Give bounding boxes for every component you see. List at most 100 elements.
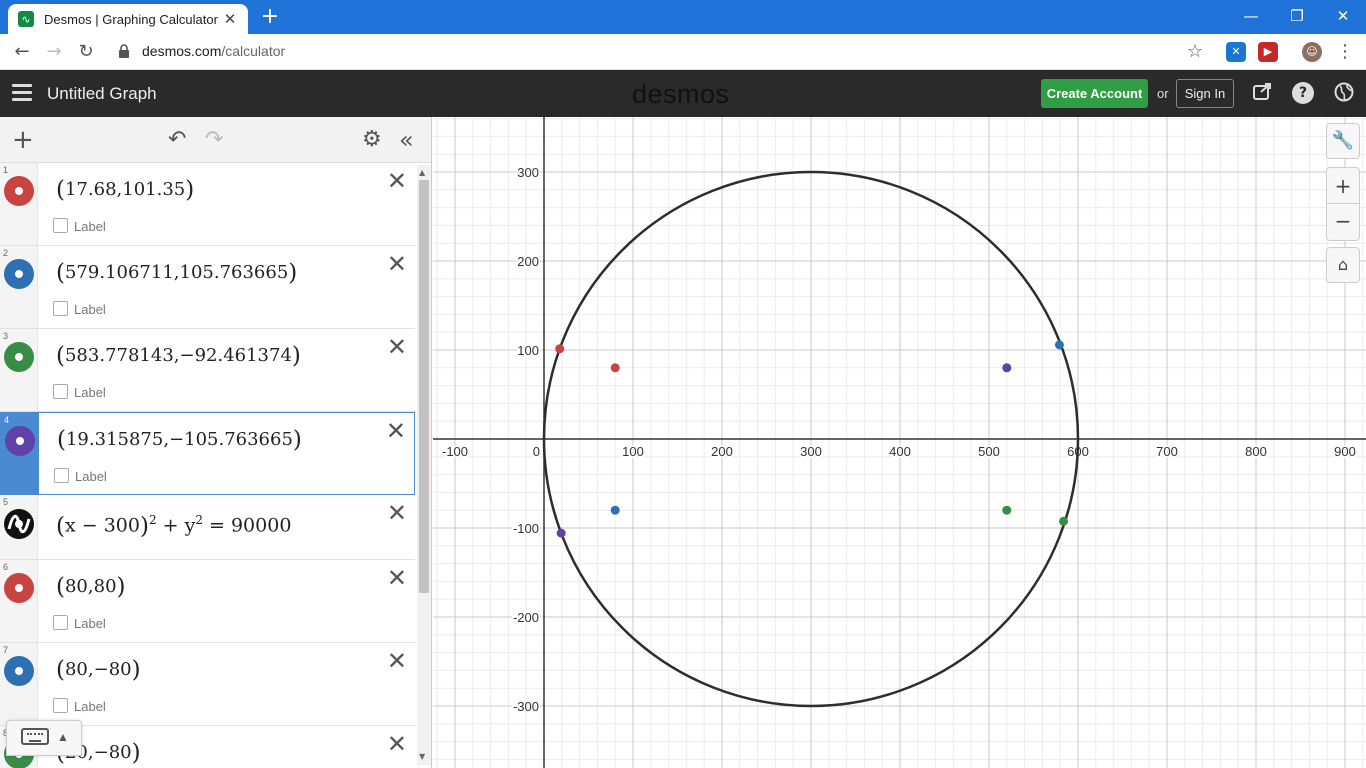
back-arrow-icon[interactable]: ← xyxy=(10,40,34,64)
address-bar: ← → ↻ desmos.com/calculator ☆ ✕ ▶ ☺ ⋮ xyxy=(0,34,1366,70)
delete-expression-icon[interactable]: ✕ xyxy=(387,169,407,193)
extension-icon[interactable]: ✕ xyxy=(1226,42,1246,62)
tab-title: Desmos | Graphing Calculator xyxy=(44,11,218,27)
expression-math[interactable]: (579.106711,105.763665) xyxy=(56,260,297,286)
minimize-button[interactable]: — xyxy=(1228,2,1274,32)
restore-button[interactable]: ❐ xyxy=(1274,2,1320,32)
label-checkbox[interactable] xyxy=(53,301,68,316)
expression-math[interactable]: (19.315875,−105.763665) xyxy=(57,427,302,453)
expression-row[interactable]: 3 (583.778143,−92.461374) Label ✕ xyxy=(0,329,415,412)
graph-title[interactable]: Untitled Graph xyxy=(47,84,157,104)
close-window-button[interactable]: ✕ xyxy=(1320,2,1366,32)
expression-row-active[interactable]: 4 (19.315875,−105.763665) Label ✕ xyxy=(0,412,415,495)
point-color-icon[interactable] xyxy=(5,426,35,456)
profile-avatar[interactable]: ☺ xyxy=(1302,42,1322,62)
graph-point xyxy=(555,344,565,354)
expression-text: = 90000 xyxy=(202,514,292,537)
expression-row[interactable]: 1 (17.68,101.35) Label ✕ xyxy=(0,163,415,246)
share-icon[interactable] xyxy=(1252,82,1274,104)
expression-index: 6 xyxy=(3,562,9,572)
graph-canvas[interactable]: -100 0 100 200 300 400 500 600 700 800 900 300 200 10… xyxy=(433,117,1366,768)
new-tab-button[interactable]: + xyxy=(258,6,282,30)
desmos-favicon-icon: ∿ xyxy=(18,11,34,27)
delete-expression-icon[interactable]: ✕ xyxy=(387,252,407,276)
keypad-toggle-button[interactable]: ▲ xyxy=(6,720,82,756)
label-checkbox[interactable] xyxy=(53,218,68,233)
bookmark-star-icon[interactable]: ☆ xyxy=(1183,40,1207,64)
expression-math[interactable]: (80,80) xyxy=(56,574,126,600)
delete-expression-icon[interactable]: ✕ xyxy=(386,419,406,443)
browser-tab[interactable]: ∿ Desmos | Graphing Calculator ✕ xyxy=(8,4,248,34)
zoom-in-icon[interactable]: + xyxy=(1327,168,1359,204)
default-viewport-home-icon[interactable]: ⌂ xyxy=(1326,247,1360,283)
graph-point xyxy=(1059,516,1069,526)
expression-text: x − 300 xyxy=(64,514,140,537)
extension-icon[interactable]: ▶ xyxy=(1258,42,1278,62)
expression-list: 1 (17.68,101.35) Label ✕ 2 (579.106711,1… xyxy=(0,163,415,768)
point-color-icon[interactable] xyxy=(4,656,34,686)
settings-gear-icon[interactable]: ⚙ xyxy=(362,127,382,153)
label-text: Label xyxy=(74,699,106,714)
expression-math[interactable]: (583.778143,−92.461374) xyxy=(56,343,301,369)
add-expression-icon[interactable]: + xyxy=(12,127,34,153)
scroll-up-arrow-icon[interactable]: ▲ xyxy=(419,168,425,177)
scrollbar-thumb[interactable] xyxy=(419,180,429,593)
label-checkbox[interactable] xyxy=(54,468,69,483)
create-account-button[interactable]: Create Account xyxy=(1041,79,1148,108)
x-tick-label: 200 xyxy=(711,444,733,459)
label-checkbox[interactable] xyxy=(53,384,68,399)
help-icon[interactable]: ? xyxy=(1292,82,1314,104)
zoom-out-icon[interactable]: − xyxy=(1327,204,1359,240)
reload-icon[interactable]: ↻ xyxy=(74,40,98,64)
expression-math[interactable]: (x − 300)2 + y2 = 90000 xyxy=(56,513,291,539)
redo-icon[interactable]: ↷ xyxy=(205,127,223,153)
delete-expression-icon[interactable]: ✕ xyxy=(387,649,407,673)
delete-expression-icon[interactable]: ✕ xyxy=(387,566,407,590)
point-color-icon[interactable] xyxy=(4,342,34,372)
expression-gutter: 5 xyxy=(0,495,38,559)
scroll-down-arrow-icon[interactable]: ▼ xyxy=(419,752,425,761)
point-color-icon[interactable] xyxy=(4,176,34,206)
delete-expression-icon[interactable]: ✕ xyxy=(387,335,407,359)
graph-settings-wrench-icon[interactable]: 🔧 xyxy=(1326,123,1360,159)
expression-gutter: 3 xyxy=(0,329,38,411)
graph-svg[interactable]: -100 0 100 200 300 400 500 600 700 800 90030020010… xyxy=(433,117,1366,768)
x-tick-label: 800 xyxy=(1245,444,1267,459)
y-tick-label: 100 xyxy=(517,343,539,358)
sign-in-button[interactable]: Sign In xyxy=(1176,79,1234,108)
label-checkbox[interactable] xyxy=(53,698,68,713)
point-color-icon[interactable] xyxy=(4,573,34,603)
expression-math[interactable]: (17.68,101.35) xyxy=(56,177,194,203)
expression-text: 579.106711,105.763665 xyxy=(64,262,289,283)
label-text: Label xyxy=(74,219,106,234)
undo-icon[interactable]: ↶ xyxy=(168,127,186,153)
language-globe-icon[interactable] xyxy=(1333,82,1355,104)
label-text: Label xyxy=(74,616,106,631)
expression-gutter: 4 xyxy=(1,413,39,494)
collapse-panel-icon[interactable]: « xyxy=(399,127,414,153)
url-host: desmos.com xyxy=(142,43,222,59)
x-tick-label: 300 xyxy=(800,444,822,459)
expression-row[interactable]: 2 (579.106711,105.763665) Label ✕ xyxy=(0,246,415,329)
label-text: Label xyxy=(75,469,107,484)
expression-row[interactable]: 6 (80,80) Label ✕ xyxy=(0,560,415,643)
delete-expression-icon[interactable]: ✕ xyxy=(387,732,407,756)
expression-row[interactable]: 5 (x − 300)2 + y2 = 90000 ✕ xyxy=(0,495,415,560)
expression-row[interactable]: 7 (80,−80) Label ✕ xyxy=(0,643,415,726)
keyboard-icon xyxy=(21,728,49,745)
lock-icon[interactable] xyxy=(118,44,130,61)
label-text: Label xyxy=(74,385,106,400)
close-tab-icon[interactable]: ✕ xyxy=(222,10,238,28)
point-color-icon[interactable] xyxy=(4,259,34,289)
expression-text: 80,−80 xyxy=(64,659,132,680)
expression-index: 7 xyxy=(3,645,9,655)
delete-expression-icon[interactable]: ✕ xyxy=(387,501,407,525)
expression-math[interactable]: (80,−80) xyxy=(56,657,141,683)
label-checkbox[interactable] xyxy=(53,615,68,630)
forward-arrow-icon[interactable]: → xyxy=(42,40,66,64)
url-field[interactable]: desmos.com/calculator xyxy=(142,43,285,59)
expression-panel: + ↶ ↷ ⚙ « 1 (17.68,101.35) Label ✕ 2 (57… xyxy=(0,117,432,768)
implicit-curve-icon[interactable] xyxy=(4,509,34,539)
hamburger-menu-icon[interactable] xyxy=(12,84,32,102)
browser-menu-icon[interactable]: ⋮ xyxy=(1333,40,1357,64)
